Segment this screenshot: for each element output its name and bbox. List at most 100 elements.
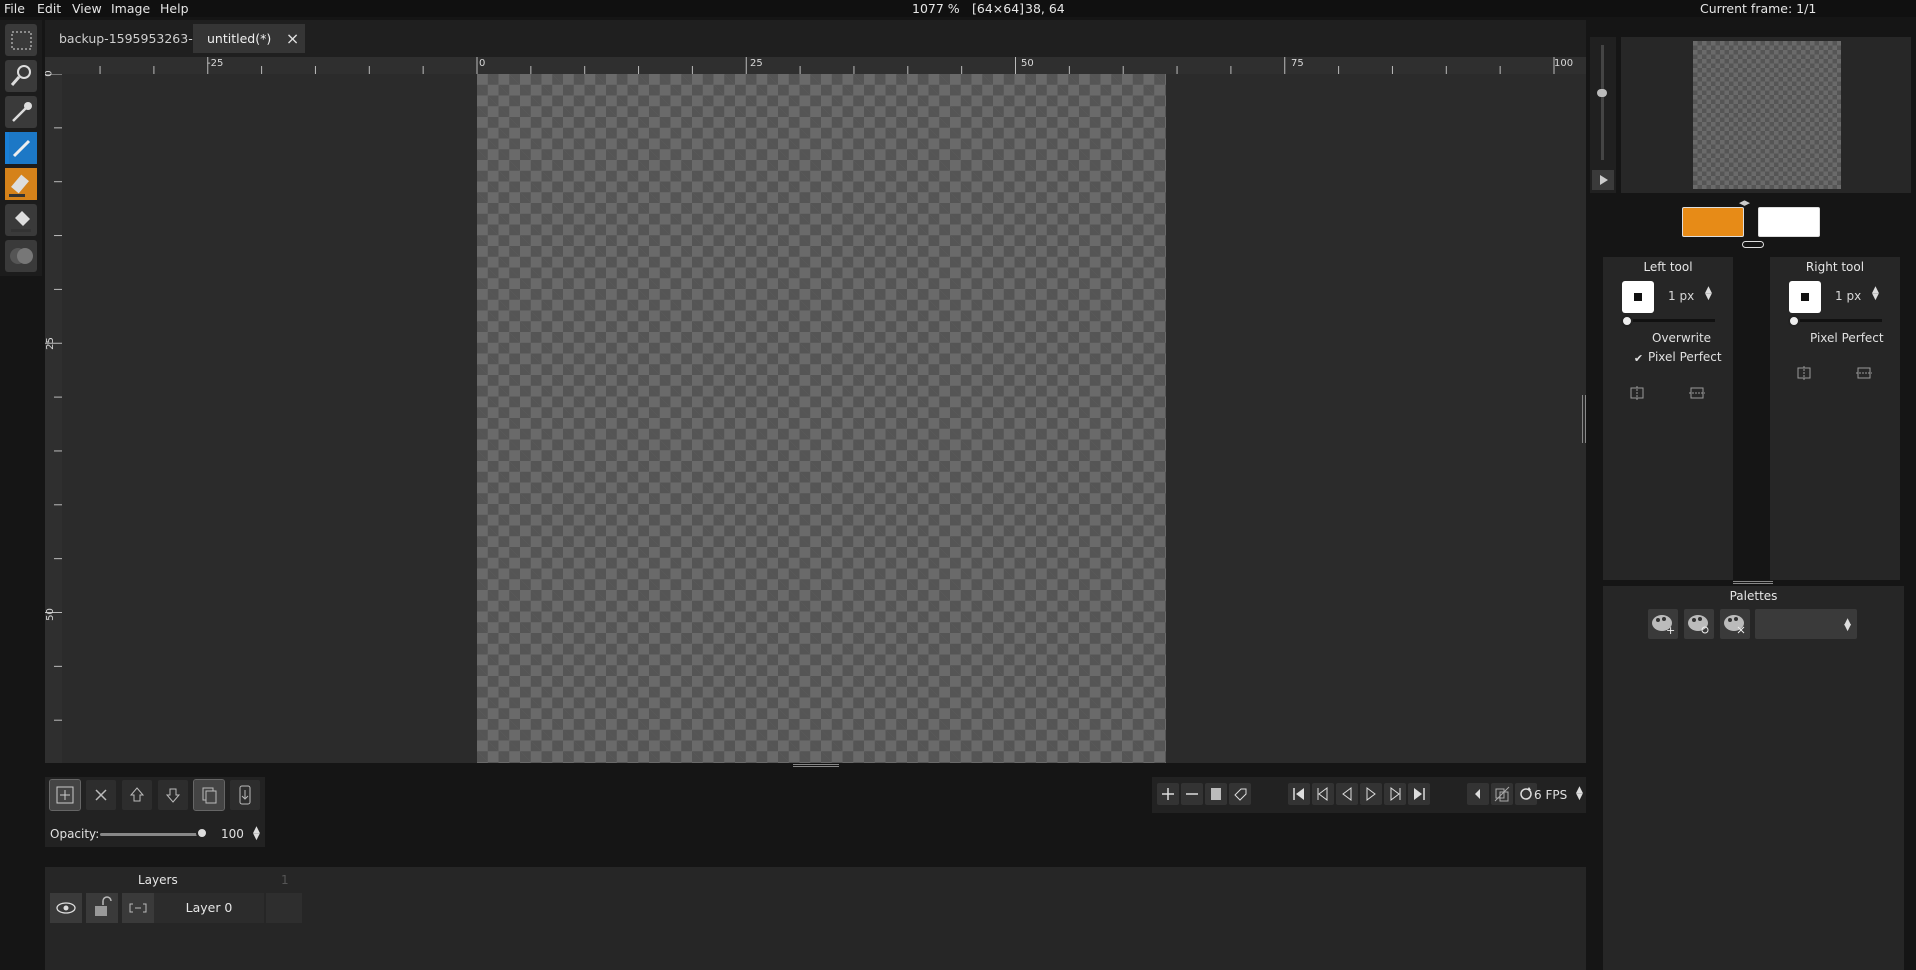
pixel-perfect-checkbox[interactable]: Pixel Perfect xyxy=(1795,331,1884,345)
opacity-slider-handle[interactable] xyxy=(196,827,208,839)
preview-zoom-handle[interactable] xyxy=(1597,89,1607,97)
brush-size-handle[interactable] xyxy=(1788,315,1800,327)
tab-label: untitled(*) xyxy=(207,31,272,46)
layer-cel[interactable] xyxy=(266,893,302,923)
palette-remove-icon xyxy=(1724,615,1745,634)
layer-visibility-toggle[interactable] xyxy=(50,893,82,923)
play-icon xyxy=(1366,787,1376,801)
horizontal-ruler: -25 0 25 50 75 100 xyxy=(45,57,1586,74)
ruler-label: 50 xyxy=(45,608,56,621)
skip-end-icon xyxy=(1414,788,1425,800)
preview-play-button[interactable] xyxy=(1592,170,1614,190)
brush-size-spin-icon[interactable]: ▲ ▼ xyxy=(1705,286,1712,302)
zoom-level: 1077 % xyxy=(912,1,960,16)
merge-down-icon xyxy=(239,785,251,805)
brush-size-spin-icon[interactable]: ▲ ▼ xyxy=(1872,286,1879,302)
menu-help[interactable]: Help xyxy=(160,1,189,16)
zoom-tool[interactable] xyxy=(5,60,37,92)
left-color-button[interactable] xyxy=(1682,207,1744,237)
panel-splitter[interactable] xyxy=(1733,581,1773,584)
vertical-mirror-icon[interactable] xyxy=(1856,365,1872,381)
close-icon[interactable]: × xyxy=(286,24,299,53)
chevron-left-icon xyxy=(1475,789,1480,799)
fps-value[interactable]: 6 FPS xyxy=(1534,788,1567,802)
light-dark-tool[interactable] xyxy=(5,240,37,272)
unlocked-icon xyxy=(95,896,112,916)
ruler-label: -25 xyxy=(207,58,224,69)
remove-layer-button[interactable] xyxy=(86,780,116,810)
brush-shape-button[interactable] xyxy=(1622,281,1654,313)
brush-shape-button[interactable] xyxy=(1789,281,1821,313)
reset-colors-button[interactable] xyxy=(1742,241,1764,248)
merge-down-button[interactable] xyxy=(230,780,260,810)
animation-toolbar: 6 FPS ▲ ▼ xyxy=(1152,777,1586,813)
brush-size-slider[interactable] xyxy=(1625,319,1715,322)
horizontal-mirror-icon[interactable] xyxy=(1629,385,1645,401)
ruler-label: 25 xyxy=(750,58,763,69)
onion-skin-settings-button[interactable] xyxy=(1467,783,1489,805)
play-forward-button[interactable] xyxy=(1360,783,1382,805)
horizontal-mirror-icon[interactable] xyxy=(1796,365,1812,381)
panel-splitter[interactable] xyxy=(1582,395,1586,443)
pixel-perfect-checkbox[interactable]: ✔ Pixel Perfect xyxy=(1633,350,1722,364)
brush-size-value[interactable]: 1 px xyxy=(1835,289,1861,303)
splitter-handle[interactable] xyxy=(793,764,839,767)
menu-edit[interactable]: Edit xyxy=(37,1,61,16)
play-backwards-button[interactable] xyxy=(1336,783,1358,805)
opacity-value[interactable]: 100 xyxy=(221,827,244,841)
pencil-tool[interactable] xyxy=(5,132,37,164)
left-tool-title: Left tool xyxy=(1643,260,1693,274)
fps-spin-icon[interactable]: ▲ ▼ xyxy=(1576,786,1583,802)
pixel-perfect-label: Pixel Perfect xyxy=(1810,331,1884,345)
tab-untitled[interactable]: untitled(*) × xyxy=(193,24,306,53)
layers-panel: Layers 1 Layer 0 xyxy=(45,867,1586,970)
edit-palette-button[interactable] xyxy=(1684,609,1714,639)
canvas-preview xyxy=(1621,37,1911,193)
palette-select[interactable]: ▲ ▼ xyxy=(1755,609,1857,639)
frame-number[interactable]: 1 xyxy=(281,873,289,887)
clone-frame-button[interactable] xyxy=(1205,783,1227,805)
arrow-down-icon xyxy=(165,788,181,803)
remove-frame-button[interactable] xyxy=(1181,783,1203,805)
pixel-perfect-label: Pixel Perfect xyxy=(1648,350,1722,364)
add-frame-button[interactable] xyxy=(1157,783,1179,805)
last-frame-button[interactable] xyxy=(1408,783,1430,805)
right-color-button[interactable] xyxy=(1758,207,1820,237)
menu-image[interactable]: Image xyxy=(111,1,150,16)
move-layer-down-button[interactable] xyxy=(158,780,188,810)
rectangle-select-tool[interactable] xyxy=(5,24,37,56)
palettes-panel: Palettes + ▲ ▼ xyxy=(1603,586,1904,970)
canvas-viewport[interactable]: -25 0 25 50 75 100 0 25 50 xyxy=(45,57,1586,763)
add-palette-button[interactable]: + xyxy=(1648,609,1678,639)
brush-size-slider[interactable] xyxy=(1792,319,1882,322)
drawing-canvas[interactable] xyxy=(477,74,1166,763)
eraser-tool[interactable] xyxy=(5,168,37,200)
check-icon: ✔ xyxy=(1633,352,1644,365)
frame-tag-button[interactable] xyxy=(1229,783,1251,805)
vertical-mirror-icon[interactable] xyxy=(1689,385,1705,401)
menu-file[interactable]: File xyxy=(4,1,25,16)
first-frame-button[interactable] xyxy=(1288,783,1310,805)
onion-skin-button[interactable] xyxy=(1491,783,1513,805)
opacity-spin-icon[interactable]: ▲ ▼ xyxy=(253,826,260,842)
overwrite-checkbox[interactable]: Overwrite xyxy=(1637,331,1711,345)
add-layer-button[interactable] xyxy=(49,779,81,811)
remove-palette-button[interactable] xyxy=(1720,609,1750,639)
bucket-tool[interactable] xyxy=(5,204,37,236)
move-layer-up-button[interactable] xyxy=(122,780,152,810)
brush-size-handle[interactable] xyxy=(1621,315,1633,327)
brush-size-value[interactable]: 1 px xyxy=(1668,289,1694,303)
ruler-label: 25 xyxy=(45,337,56,350)
clone-layer-button[interactable] xyxy=(193,779,225,811)
layer-name[interactable]: Layer 0 xyxy=(154,893,264,923)
menu-view[interactable]: View xyxy=(72,1,102,16)
layer-link-toggle[interactable] xyxy=(122,893,154,923)
color-picker-tool[interactable] xyxy=(5,96,37,128)
tab-backup[interactable]: backup-1595953263-0 xyxy=(45,24,215,53)
ruler-label: 100 xyxy=(1554,58,1574,69)
arrow-up-icon xyxy=(129,787,145,802)
previous-frame-button[interactable] xyxy=(1312,783,1334,805)
opacity-slider[interactable] xyxy=(100,833,205,836)
layer-lock-toggle[interactable] xyxy=(86,893,118,923)
next-frame-button[interactable] xyxy=(1384,783,1406,805)
